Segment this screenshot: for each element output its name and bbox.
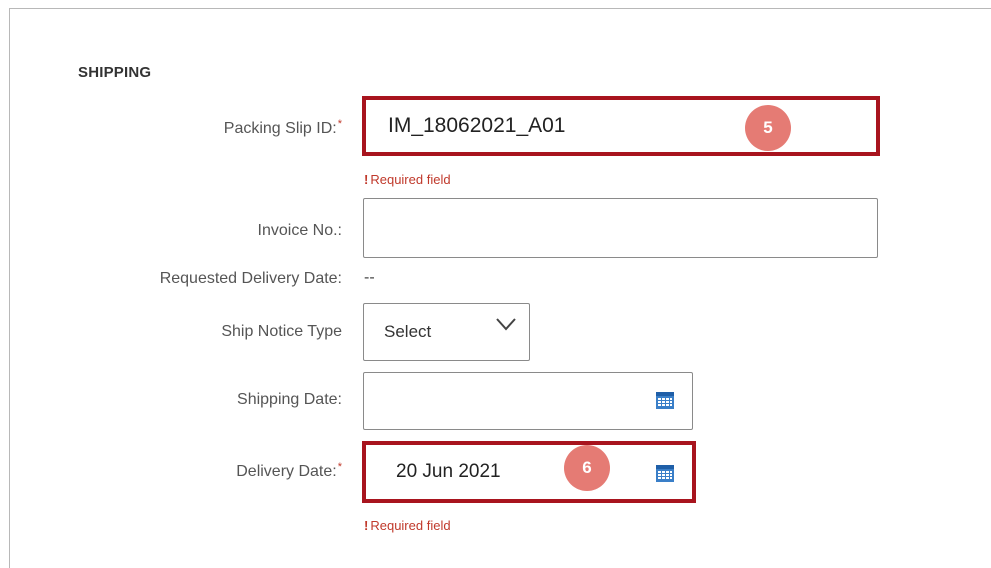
packing-slip-error: ! Required field	[364, 172, 451, 187]
packing-slip-value: IM_18062021_A01	[388, 114, 566, 137]
packing-slip-input[interactable]: IM_18062021_A01	[362, 96, 880, 156]
delivery-date-value: 20 Jun 2021	[396, 461, 501, 482]
chevron-down-icon	[496, 318, 516, 331]
ship-notice-type-select[interactable]: Select	[363, 303, 530, 361]
step-badge-6: 6	[564, 445, 610, 491]
invoice-label: Invoice No.:	[257, 222, 342, 239]
invoice-input[interactable]	[363, 198, 878, 258]
error-icon: !	[364, 518, 369, 533]
delivery-date-input[interactable]: 20 Jun 2021	[362, 441, 696, 503]
delivery-date-error: ! Required field	[364, 518, 451, 533]
delivery-date-label: Delivery Date:*	[236, 461, 342, 480]
shipping-date-label: Shipping Date:	[237, 391, 342, 408]
step-badge-5: 5	[745, 105, 791, 151]
section-title: SHIPPING	[78, 64, 152, 81]
calendar-icon[interactable]	[655, 463, 675, 483]
requested-delivery-value: --	[364, 269, 375, 286]
required-marker: *	[337, 118, 342, 130]
ship-notice-type-label: Ship Notice Type	[221, 323, 342, 340]
requested-delivery-label: Requested Delivery Date:	[159, 270, 342, 287]
shipping-date-input[interactable]	[363, 372, 693, 430]
error-icon: !	[364, 172, 369, 187]
required-marker: *	[337, 461, 342, 473]
ship-notice-type-selected: Select	[384, 322, 432, 341]
calendar-icon[interactable]	[655, 390, 675, 410]
packing-slip-label: Packing Slip ID:*	[223, 118, 342, 137]
